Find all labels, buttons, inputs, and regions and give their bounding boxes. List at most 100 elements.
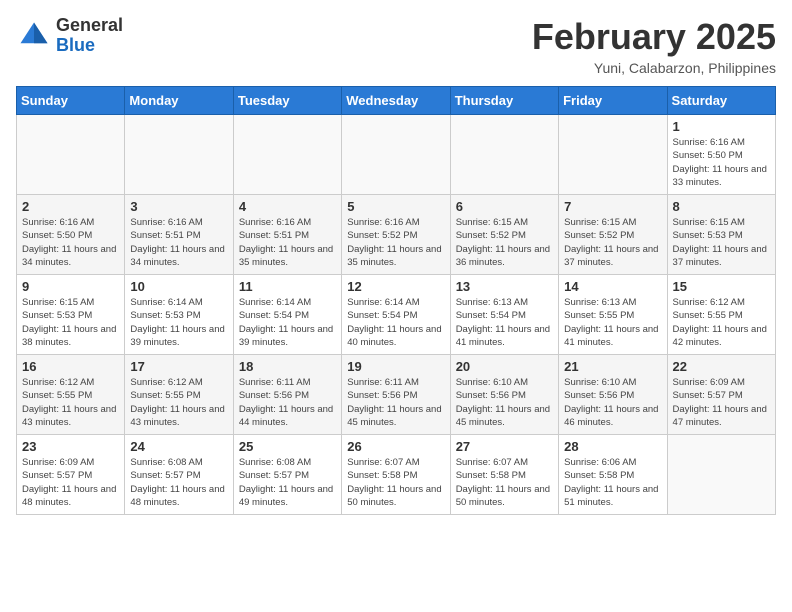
calendar-week-row: 2 Sunrise: 6:16 AM Sunset: 5:50 PM Daylig… [17, 195, 776, 275]
day-number: 2 [22, 199, 119, 214]
calendar-day-cell [17, 115, 125, 195]
day-number: 27 [456, 439, 553, 454]
calendar-day-cell: 26 Sunrise: 6:07 AM Sunset: 5:58 PM Dayli… [342, 435, 450, 515]
calendar: SundayMondayTuesdayWednesdayThursdayFrid… [16, 86, 776, 515]
calendar-day-cell: 24 Sunrise: 6:08 AM Sunset: 5:57 PM Dayli… [125, 435, 233, 515]
day-info: Sunrise: 6:08 AM Sunset: 5:57 PM Dayligh… [130, 456, 227, 509]
day-info: Sunrise: 6:14 AM Sunset: 5:53 PM Dayligh… [130, 296, 227, 349]
day-of-week-header: Wednesday [342, 87, 450, 115]
day-number: 8 [673, 199, 770, 214]
day-of-week-header: Sunday [17, 87, 125, 115]
calendar-day-cell: 10Sunrise: 6:14 AM Sunset: 5:53 PM Dayli… [125, 275, 233, 355]
day-number: 9 [22, 279, 119, 294]
day-number: 3 [130, 199, 227, 214]
day-number: 21 [564, 359, 661, 374]
calendar-day-cell: 25 Sunrise: 6:08 AM Sunset: 5:57 PM Dayli… [233, 435, 341, 515]
calendar-day-cell: 18 Sunrise: 6:11 AM Sunset: 5:56 PM Dayli… [233, 355, 341, 435]
calendar-day-cell: 8 Sunrise: 6:15 AM Sunset: 5:53 PM Daylig… [667, 195, 775, 275]
day-number: 18 [239, 359, 336, 374]
day-info: Sunrise: 6:10 AM Sunset: 5:56 PM Dayligh… [564, 376, 661, 429]
day-info: Sunrise: 6:09 AM Sunset: 5:57 PM Dayligh… [22, 456, 119, 509]
logo: General Blue [16, 16, 123, 56]
day-info: Sunrise: 6:12 AM Sunset: 5:55 PM Dayligh… [22, 376, 119, 429]
day-number: 24 [130, 439, 227, 454]
calendar-day-cell: 5Sunrise: 6:16 AM Sunset: 5:52 PM Daylig… [342, 195, 450, 275]
calendar-day-cell [233, 115, 341, 195]
day-info: Sunrise: 6:16 AM Sunset: 5:51 PM Dayligh… [239, 216, 336, 269]
day-number: 23 [22, 439, 119, 454]
calendar-day-cell: 12 Sunrise: 6:14 AM Sunset: 5:54 PM Dayli… [342, 275, 450, 355]
calendar-day-cell: 2 Sunrise: 6:16 AM Sunset: 5:50 PM Daylig… [17, 195, 125, 275]
day-info: Sunrise: 6:16 AM Sunset: 5:50 PM Dayligh… [673, 136, 770, 189]
calendar-day-cell: 6 Sunrise: 6:15 AM Sunset: 5:52 PM Daylig… [450, 195, 558, 275]
calendar-day-cell: 13Sunrise: 6:13 AM Sunset: 5:54 PM Dayli… [450, 275, 558, 355]
calendar-week-row: 16 Sunrise: 6:12 AM Sunset: 5:55 PM Dayli… [17, 355, 776, 435]
day-number: 14 [564, 279, 661, 294]
calendar-day-cell: 11 Sunrise: 6:14 AM Sunset: 5:54 PM Dayli… [233, 275, 341, 355]
title-block: February 2025 Yuni, Calabarzon, Philippi… [532, 16, 776, 76]
calendar-week-row: 9 Sunrise: 6:15 AM Sunset: 5:53 PM Daylig… [17, 275, 776, 355]
calendar-day-cell [667, 435, 775, 515]
day-info: Sunrise: 6:15 AM Sunset: 5:53 PM Dayligh… [22, 296, 119, 349]
calendar-day-cell: 28Sunrise: 6:06 AM Sunset: 5:58 PM Dayli… [559, 435, 667, 515]
calendar-day-cell [342, 115, 450, 195]
page-container: General Blue February 2025 Yuni, Calabar… [16, 16, 776, 515]
calendar-day-cell: 22Sunrise: 6:09 AM Sunset: 5:57 PM Dayli… [667, 355, 775, 435]
logo-icon [16, 18, 52, 54]
logo-general: General [56, 16, 123, 36]
logo-blue: Blue [56, 36, 123, 56]
day-of-week-header: Saturday [667, 87, 775, 115]
day-number: 15 [673, 279, 770, 294]
day-info: Sunrise: 6:07 AM Sunset: 5:58 PM Dayligh… [347, 456, 444, 509]
day-number: 13 [456, 279, 553, 294]
day-number: 1 [673, 119, 770, 134]
day-info: Sunrise: 6:15 AM Sunset: 5:53 PM Dayligh… [673, 216, 770, 269]
day-number: 12 [347, 279, 444, 294]
day-number: 20 [456, 359, 553, 374]
day-number: 6 [456, 199, 553, 214]
day-info: Sunrise: 6:08 AM Sunset: 5:57 PM Dayligh… [239, 456, 336, 509]
calendar-day-cell: 9 Sunrise: 6:15 AM Sunset: 5:53 PM Daylig… [17, 275, 125, 355]
calendar-week-row: 1 Sunrise: 6:16 AM Sunset: 5:50 PM Daylig… [17, 115, 776, 195]
day-number: 22 [673, 359, 770, 374]
day-info: Sunrise: 6:15 AM Sunset: 5:52 PM Dayligh… [456, 216, 553, 269]
calendar-day-cell: 21 Sunrise: 6:10 AM Sunset: 5:56 PM Dayli… [559, 355, 667, 435]
calendar-day-cell: 27 Sunrise: 6:07 AM Sunset: 5:58 PM Dayli… [450, 435, 558, 515]
calendar-day-cell: 17Sunrise: 6:12 AM Sunset: 5:55 PM Dayli… [125, 355, 233, 435]
day-info: Sunrise: 6:16 AM Sunset: 5:52 PM Dayligh… [347, 216, 444, 269]
day-info: Sunrise: 6:14 AM Sunset: 5:54 PM Dayligh… [347, 296, 444, 349]
calendar-day-cell: 4Sunrise: 6:16 AM Sunset: 5:51 PM Daylig… [233, 195, 341, 275]
calendar-day-cell: 7 Sunrise: 6:15 AM Sunset: 5:52 PM Daylig… [559, 195, 667, 275]
day-number: 7 [564, 199, 661, 214]
logo-text: General Blue [56, 16, 123, 56]
day-number: 16 [22, 359, 119, 374]
day-of-week-header: Friday [559, 87, 667, 115]
day-info: Sunrise: 6:16 AM Sunset: 5:50 PM Dayligh… [22, 216, 119, 269]
day-of-week-header: Thursday [450, 87, 558, 115]
day-info: Sunrise: 6:11 AM Sunset: 5:56 PM Dayligh… [347, 376, 444, 429]
month-title: February 2025 [532, 16, 776, 58]
day-info: Sunrise: 6:14 AM Sunset: 5:54 PM Dayligh… [239, 296, 336, 349]
day-number: 11 [239, 279, 336, 294]
day-info: Sunrise: 6:12 AM Sunset: 5:55 PM Dayligh… [130, 376, 227, 429]
day-number: 25 [239, 439, 336, 454]
day-info: Sunrise: 6:12 AM Sunset: 5:55 PM Dayligh… [673, 296, 770, 349]
day-info: Sunrise: 6:11 AM Sunset: 5:56 PM Dayligh… [239, 376, 336, 429]
calendar-day-cell [450, 115, 558, 195]
calendar-day-cell [559, 115, 667, 195]
header: General Blue February 2025 Yuni, Calabar… [16, 16, 776, 76]
day-info: Sunrise: 6:13 AM Sunset: 5:55 PM Dayligh… [564, 296, 661, 349]
location: Yuni, Calabarzon, Philippines [532, 60, 776, 76]
calendar-day-cell: 1 Sunrise: 6:16 AM Sunset: 5:50 PM Daylig… [667, 115, 775, 195]
day-info: Sunrise: 6:15 AM Sunset: 5:52 PM Dayligh… [564, 216, 661, 269]
calendar-day-cell: 14 Sunrise: 6:13 AM Sunset: 5:55 PM Dayli… [559, 275, 667, 355]
day-info: Sunrise: 6:10 AM Sunset: 5:56 PM Dayligh… [456, 376, 553, 429]
calendar-day-cell: 3Sunrise: 6:16 AM Sunset: 5:51 PM Daylig… [125, 195, 233, 275]
calendar-day-cell: 19 Sunrise: 6:11 AM Sunset: 5:56 PM Dayli… [342, 355, 450, 435]
calendar-day-cell: 20 Sunrise: 6:10 AM Sunset: 5:56 PM Dayli… [450, 355, 558, 435]
day-info: Sunrise: 6:07 AM Sunset: 5:58 PM Dayligh… [456, 456, 553, 509]
day-number: 28 [564, 439, 661, 454]
calendar-day-cell: 16 Sunrise: 6:12 AM Sunset: 5:55 PM Dayli… [17, 355, 125, 435]
day-number: 26 [347, 439, 444, 454]
day-number: 19 [347, 359, 444, 374]
